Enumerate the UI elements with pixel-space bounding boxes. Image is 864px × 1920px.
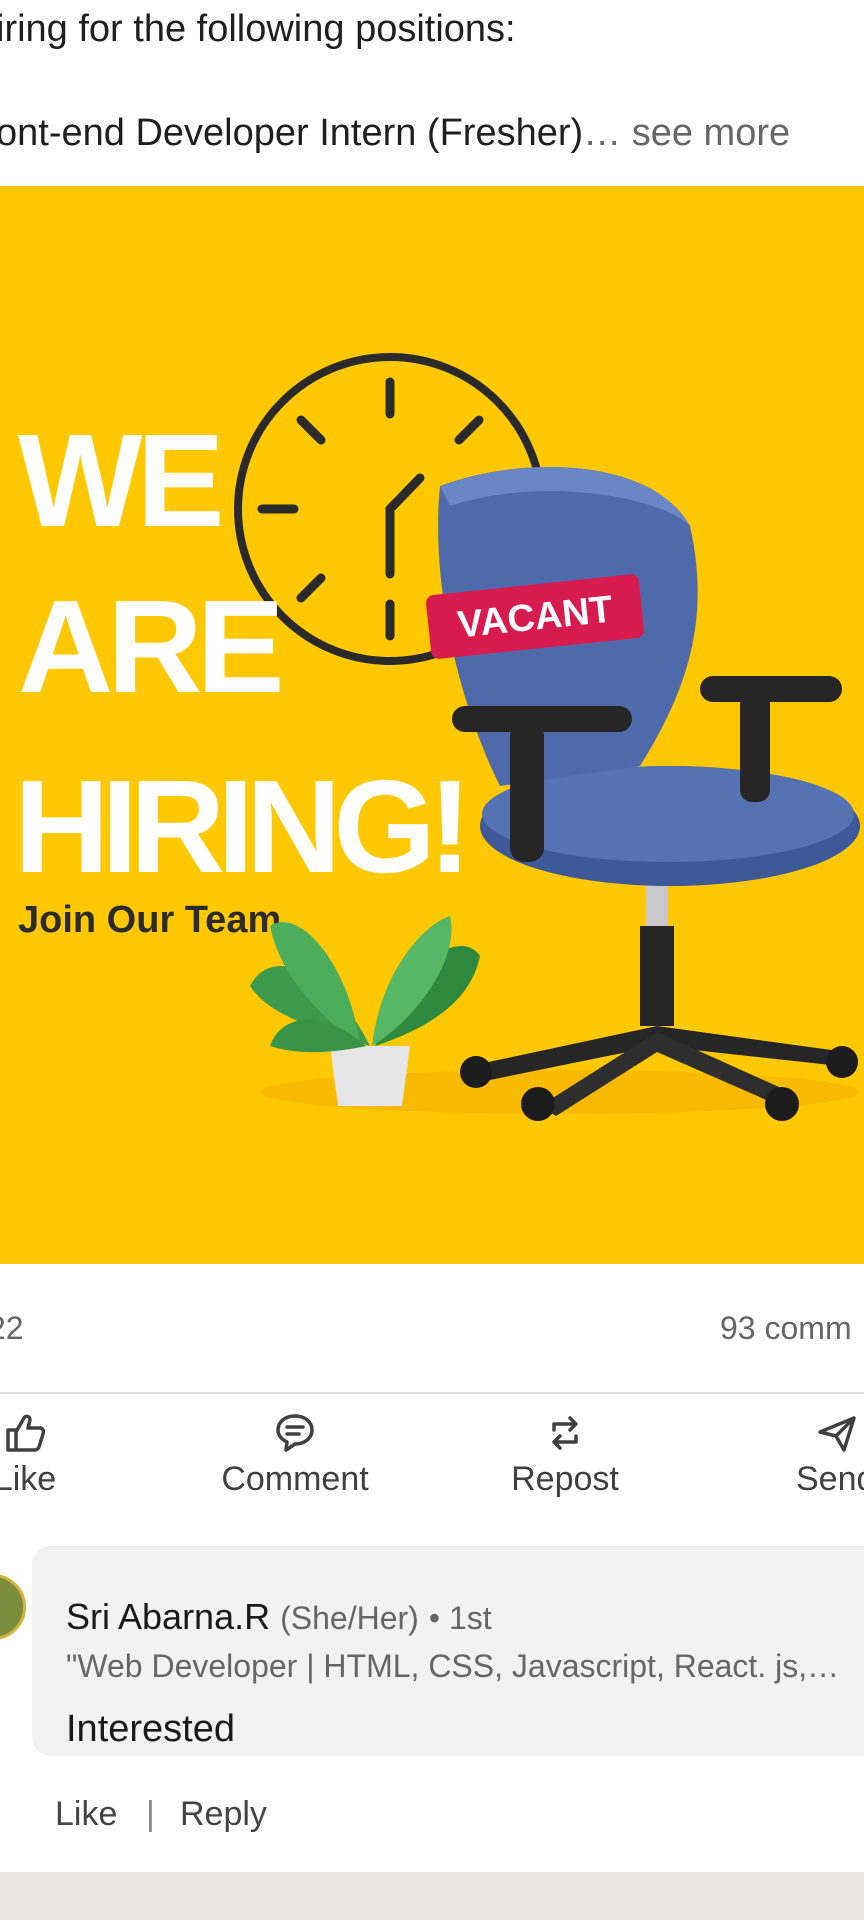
- repost-icon: [552, 1416, 578, 1450]
- bottom-divider: [0, 1872, 864, 1920]
- post-text-line-2: ont-end Developer Intern (Fresher)… see …: [0, 112, 790, 155]
- post-text-line-1: iring for the following positions:: [0, 8, 516, 50]
- headline-are: ARE: [18, 573, 280, 720]
- comment-author-headline: "Web Developer | HTML, CSS, Javascript, …: [66, 1648, 840, 1684]
- like-button[interactable]: Like: [0, 1410, 70, 1510]
- like-label: Like: [0, 1460, 57, 1498]
- reactions-count[interactable]: 22: [0, 1310, 24, 1347]
- ellipsis: …: [583, 112, 622, 154]
- send-icon: [818, 1416, 856, 1452]
- post-image[interactable]: WE ARE HIRING! Join Our Team VACANT: [0, 186, 864, 1264]
- see-more-link[interactable]: see more: [632, 112, 790, 154]
- comment-button[interactable]: Comment: [210, 1410, 380, 1510]
- thumbs-up-icon: [6, 1414, 46, 1452]
- divider: [0, 1392, 864, 1394]
- comment-text: Interested: [66, 1708, 235, 1750]
- comment-author[interactable]: Sri Abarna.R: [66, 1596, 270, 1637]
- headline-we: WE: [18, 407, 220, 554]
- comment-degree: • 1st: [428, 1600, 492, 1636]
- repost-label: Repost: [511, 1460, 619, 1498]
- send-button[interactable]: Send: [790, 1410, 864, 1510]
- repost-button[interactable]: Repost: [490, 1410, 640, 1510]
- post-text-truncated: ont-end Developer Intern (Fresher): [0, 112, 584, 154]
- comment-author-line: Sri Abarna.R (She/Her) • 1st: [66, 1596, 492, 1638]
- comments-count[interactable]: 93 comm: [720, 1310, 852, 1347]
- send-label: Send: [796, 1460, 864, 1498]
- comment-icon: [276, 1414, 314, 1452]
- comment-reply-button[interactable]: Reply: [180, 1795, 267, 1834]
- comment-label: Comment: [221, 1460, 369, 1498]
- avatar[interactable]: [0, 1574, 26, 1640]
- chair-illustration: VACANT: [426, 466, 860, 1121]
- tagline: Join Our Team: [18, 899, 281, 941]
- comment-like-button[interactable]: Like: [55, 1795, 117, 1834]
- comment-pronouns: (She/Her): [280, 1600, 419, 1636]
- headline-hiring: HIRING!: [14, 753, 464, 900]
- comment-actions-separator: |: [146, 1795, 155, 1833]
